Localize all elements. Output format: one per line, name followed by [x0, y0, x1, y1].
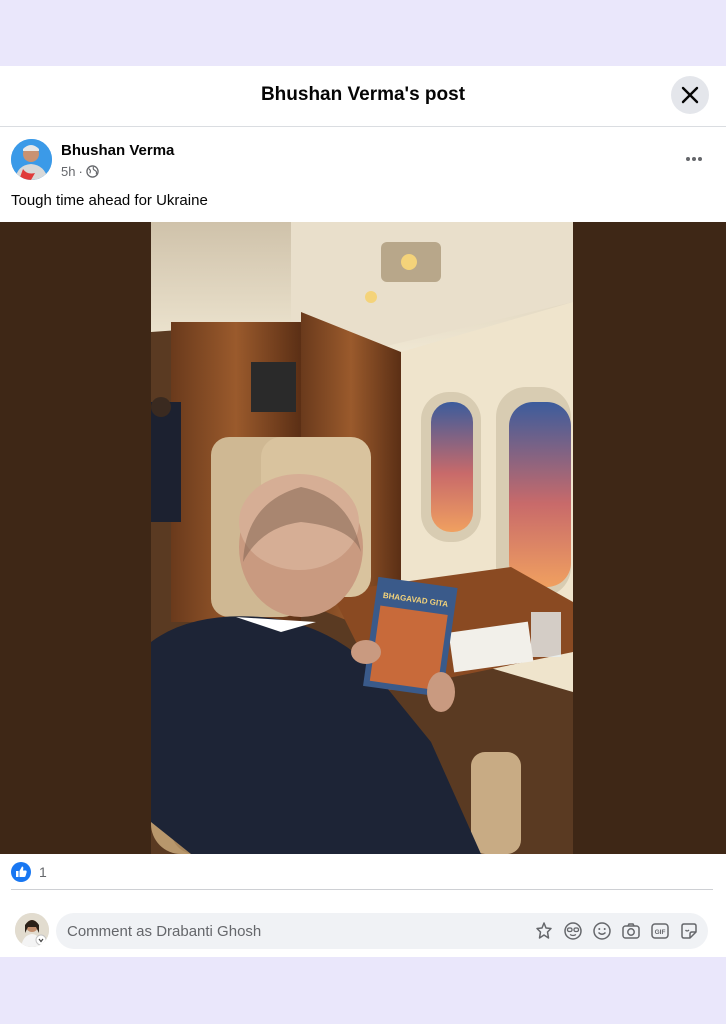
camera-icon[interactable] — [621, 921, 641, 941]
post-media[interactable]: BHAGAVAD GITA — [0, 222, 726, 854]
post-photo[interactable]: BHAGAVAD GITA — [151, 222, 573, 854]
post-dialog: Bhushan Verma's post Bhushan Verma 5h · — [0, 66, 726, 957]
post-author-row: Bhushan Verma 5h · — [0, 127, 726, 187]
comment-input[interactable]: Comment as Drabanti Ghosh GIF — [56, 913, 708, 949]
divider — [11, 889, 713, 890]
more-options-icon — [686, 157, 702, 161]
more-options-button[interactable] — [680, 149, 708, 169]
meta-separator: · — [78, 164, 83, 179]
avatar-sticker-icon[interactable] — [534, 921, 554, 941]
author-avatar[interactable] — [11, 139, 52, 180]
post-time[interactable]: 5h — [61, 164, 75, 179]
dialog-header: Bhushan Verma's post — [0, 66, 726, 127]
reaction-count[interactable]: 1 — [39, 864, 47, 880]
post-text: Tough time ahead for Ukraine — [11, 192, 208, 209]
gif-icon[interactable]: GIF — [650, 921, 670, 941]
post-meta: 5h · — [61, 164, 99, 179]
like-icon — [11, 862, 31, 882]
sticker-icon[interactable] — [563, 921, 583, 941]
comment-placeholder: Comment as Drabanti Ghosh — [67, 923, 262, 940]
author-name[interactable]: Bhushan Verma — [61, 142, 174, 159]
comment-composer: Comment as Drabanti Ghosh GIF — [0, 902, 726, 950]
close-icon — [681, 86, 699, 104]
close-button[interactable] — [671, 76, 709, 114]
svg-text:GIF: GIF — [655, 929, 666, 936]
reactions-bar[interactable]: 1 — [11, 862, 47, 882]
dialog-title: Bhushan Verma's post — [260, 84, 466, 105]
globe-icon — [86, 165, 99, 178]
sticker-note-icon[interactable] — [679, 921, 699, 941]
emoji-icon[interactable] — [592, 921, 612, 941]
current-user-avatar[interactable] — [15, 913, 49, 947]
